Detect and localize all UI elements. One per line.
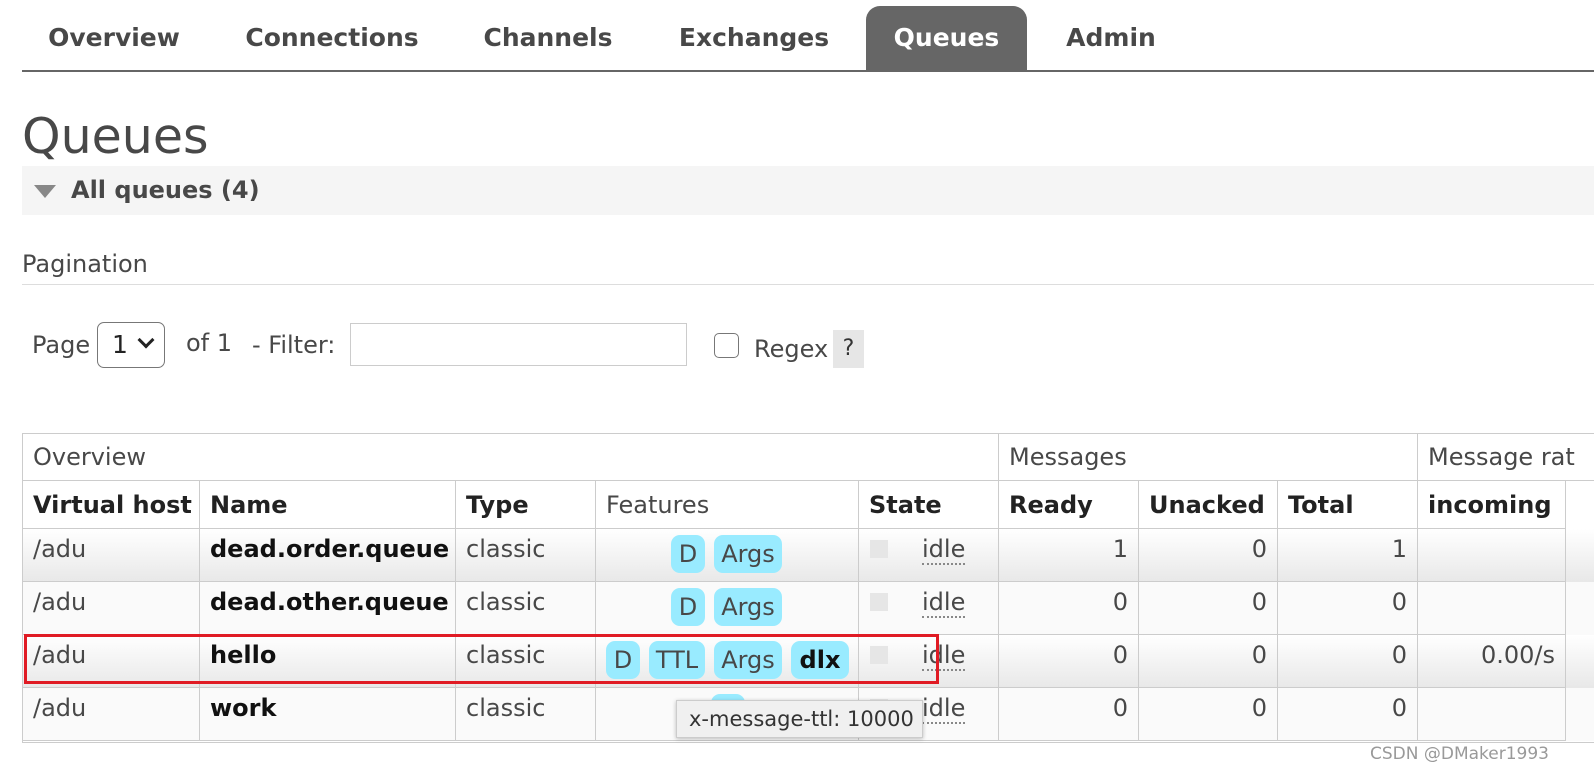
column-header-name[interactable]: Name [200,481,456,529]
queues-table: Overview Messages Message rat Virtual ho… [22,433,1594,743]
incoming-rate-cell [1418,688,1566,741]
watermark: CSDN @DMaker1993 [1370,744,1549,764]
filter-label: - Filter: [252,331,336,359]
page-label: Page [32,331,91,359]
vhost-cell: /adu [23,582,200,635]
incoming-rate-cell [1418,529,1566,582]
pagination-heading: Pagination [22,250,148,278]
group-header-message-rates: Message rat [1418,434,1594,481]
feature-badge-args[interactable]: Args [714,588,782,626]
feature-badge-durable[interactable]: D [671,588,705,626]
features-cell: D Args [596,529,859,582]
vhost-cell: /adu [23,529,200,582]
divider [22,284,1594,285]
column-header-virtual-host[interactable]: Virtual host [23,481,200,529]
state-cell: idle [859,529,999,582]
type-cell: classic [456,582,596,635]
group-header-messages: Messages [999,434,1418,481]
total-cell: 0 [1278,582,1418,635]
state-cell: idle [859,582,999,635]
row-highlight-annotation [24,634,939,684]
total-cell: 0 [1278,635,1418,688]
incoming-rate-cell [1418,582,1566,635]
state-text[interactable]: idle [922,535,966,565]
chevron-down-icon [137,331,155,349]
feature-badge-durable[interactable]: D [671,535,705,573]
tab-connections[interactable]: Connections [229,6,435,70]
tab-exchanges[interactable]: Exchanges [662,6,846,70]
state-text[interactable]: idle [922,588,966,618]
filter-input[interactable] [350,323,687,366]
page-select-value: 1 [112,330,128,359]
state-text[interactable]: idle [922,694,966,724]
section-title: All queues (4) [71,176,260,204]
top-nav: Overview Connections Channels Exchanges … [22,0,1594,72]
column-header-type[interactable]: Type [456,481,596,529]
type-cell: classic [456,688,596,741]
unacked-cell: 0 [1139,529,1278,582]
ready-cell: 0 [999,688,1139,741]
state-indicator-icon [870,593,888,611]
queue-name-link[interactable]: dead.other.queue [200,582,456,635]
column-header-state[interactable]: State [859,481,999,529]
all-queues-toggle[interactable]: All queues (4) [22,166,1594,215]
total-cell: 0 [1278,688,1418,741]
ready-cell: 0 [999,635,1139,688]
ready-cell: 1 [999,529,1139,582]
queue-name-link[interactable]: work [200,688,456,741]
column-header-features: Features [596,481,859,529]
feature-badge-args[interactable]: Args [714,535,782,573]
table-row: /adu dead.order.queue classic D Args idl… [23,529,1594,582]
unacked-cell: 0 [1139,635,1278,688]
page-count-label: of 1 [186,329,233,357]
tab-queues[interactable]: Queues [866,6,1027,70]
tab-channels[interactable]: Channels [465,6,631,70]
state-indicator-icon [870,540,888,558]
unacked-cell: 0 [1139,688,1278,741]
features-cell: D Args [596,582,859,635]
group-header-overview: Overview [23,434,999,481]
page-select[interactable]: 1 [97,322,165,368]
regex-checkbox[interactable] [714,333,739,358]
queue-name-link[interactable]: dead.order.queue [200,529,456,582]
page-title: Queues [22,108,209,165]
type-cell: classic [456,529,596,582]
regex-label: Regex [754,335,829,363]
vhost-cell: /adu [23,688,200,741]
ready-cell: 0 [999,582,1139,635]
regex-help-button[interactable]: ? [833,330,864,368]
unacked-cell: 0 [1139,582,1278,635]
column-header-unacked[interactable]: Unacked [1139,481,1278,529]
tab-admin[interactable]: Admin [1052,6,1170,70]
ttl-tooltip: x-message-ttl: 10000 [676,700,923,738]
column-header-total[interactable]: Total [1278,481,1418,529]
column-header-ready[interactable]: Ready [999,481,1139,529]
table-row: /adu dead.other.queue classic D Args idl… [23,582,1594,635]
column-header-incoming[interactable]: incoming [1418,481,1566,529]
triangle-down-icon [34,185,56,198]
tab-overview[interactable]: Overview [22,6,206,70]
total-cell: 1 [1278,529,1418,582]
incoming-rate-cell: 0.00/s [1418,635,1566,688]
